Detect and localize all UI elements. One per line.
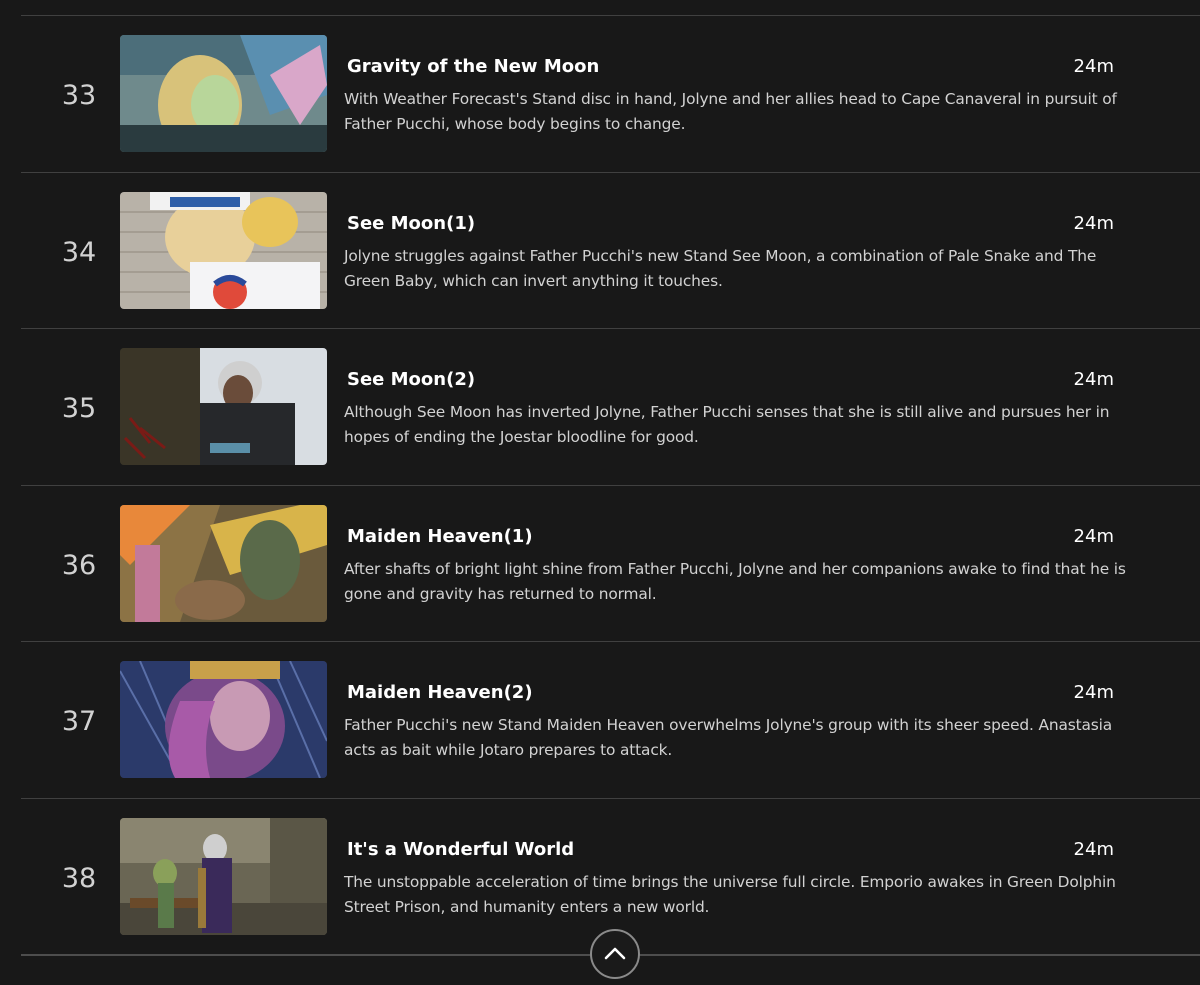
episode-synopsis: The unstoppable acceleration of time bri… bbox=[344, 872, 1116, 916]
episode-row[interactable]: 33 Gravity of the New Moon 24m With Weat… bbox=[21, 15, 1200, 171]
episode-thumbnail[interactable] bbox=[120, 35, 327, 152]
episode-title[interactable]: See Moon(1) bbox=[347, 213, 475, 234]
episode-title[interactable]: Maiden Heaven(1) bbox=[347, 526, 533, 547]
episode-row[interactable]: 34 See Moon(1) 24m Jolyne struggles agai… bbox=[21, 171, 1200, 328]
episode-thumbnail[interactable] bbox=[120, 348, 327, 465]
episode-synopsis: After shafts of bright light shine from … bbox=[344, 559, 1126, 603]
episode-title[interactable]: Maiden Heaven(2) bbox=[347, 682, 533, 703]
episode-thumbnail[interactable] bbox=[120, 504, 327, 622]
episode-thumbnail[interactable] bbox=[120, 191, 327, 309]
episode-row[interactable]: 37 Maiden Heaven(2) 24m Father Pucchi's … bbox=[21, 641, 1200, 797]
episode-synopsis: With Weather Forecast's Stand disc in ha… bbox=[344, 90, 1117, 133]
episode-thumbnail[interactable] bbox=[120, 661, 327, 778]
episode-row[interactable]: 35 See Moon(2) 24m Although See Moon has… bbox=[21, 328, 1200, 484]
episode-duration: 24m bbox=[1073, 56, 1114, 77]
episode-title[interactable]: It's a Wonderful World bbox=[347, 839, 574, 860]
episode-duration: 24m bbox=[1073, 369, 1114, 390]
episode-title[interactable]: See Moon(2) bbox=[347, 369, 475, 390]
chevron-up-icon bbox=[604, 947, 626, 960]
episode-row[interactable]: 36 Maiden Heaven(1) 24m After shafts of … bbox=[21, 484, 1200, 641]
collapse-button[interactable] bbox=[590, 929, 640, 979]
episode-synopsis: Jolyne struggles against Father Pucchi's… bbox=[344, 246, 1097, 290]
episode-duration: 24m bbox=[1073, 525, 1114, 547]
episode-duration: 24m bbox=[1073, 682, 1114, 703]
episode-duration: 24m bbox=[1073, 212, 1114, 234]
episode-synopsis: Father Pucchi's new Stand Maiden Heaven … bbox=[344, 716, 1113, 759]
episode-synopsis: Although See Moon has inverted Jolyne, F… bbox=[344, 403, 1110, 446]
episode-duration: 24m bbox=[1073, 838, 1114, 860]
episode-title[interactable]: Gravity of the New Moon bbox=[347, 56, 599, 77]
episode-thumbnail[interactable] bbox=[120, 817, 327, 935]
